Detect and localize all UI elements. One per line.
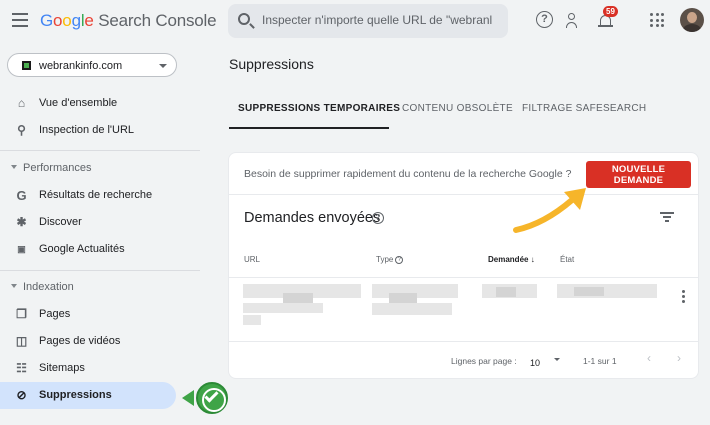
more-options-icon[interactable] [682, 290, 686, 304]
home-icon: ⌂ [17, 96, 26, 110]
notification-count-badge: 59 [603, 6, 618, 17]
tab-safesearch-filtering[interactable]: FILTRAGE SAFESEARCH [522, 103, 646, 114]
card-divider [229, 194, 698, 195]
logo-product-name: Search Console [98, 11, 217, 30]
new-request-button[interactable]: NOUVELLE DEMANDE [586, 161, 691, 188]
sidebar-item-overview[interactable]: ⌂ Vue d'ensemble [0, 90, 176, 117]
sitemap-icon: ☷ [16, 361, 27, 375]
dropdown-caret-icon [554, 358, 560, 361]
pages-icon: ❐ [16, 307, 27, 321]
tab-temporary-removals[interactable]: SUPPRESSIONS TEMPORAIRES [238, 103, 400, 114]
filter-icon[interactable] [660, 211, 674, 223]
blurred-state-cell [574, 287, 604, 296]
column-header-state[interactable]: État [560, 255, 574, 264]
blurred-url-cell [283, 293, 313, 303]
url-inspection-input[interactable] [262, 13, 502, 27]
sidebar-divider [0, 270, 200, 271]
tab-outdated-content[interactable]: CONTENU OBSOLÈTE [402, 103, 513, 114]
google-apps-icon[interactable] [650, 13, 664, 27]
blurred-type-cell [372, 303, 452, 315]
sidebar-item-video-pages[interactable]: ◫ Pages de vidéos [0, 328, 176, 355]
section-indexation[interactable]: Indexation [0, 278, 200, 298]
active-tab-indicator [229, 127, 389, 129]
previous-page-icon[interactable]: ‹ [642, 351, 656, 367]
chevron-down-icon [159, 64, 167, 68]
column-header-type[interactable]: Type? [376, 255, 404, 264]
column-header-requested[interactable]: Demandée ↓ [488, 255, 535, 264]
rows-per-page-select[interactable]: 10 [530, 353, 564, 368]
top-bar: Google Search Console ? 59 [0, 0, 710, 44]
hamburger-menu-icon[interactable] [12, 13, 28, 27]
video-pages-icon: ◫ [15, 334, 28, 348]
account-avatar[interactable] [680, 8, 704, 32]
page-title: Suppressions [229, 56, 314, 72]
property-selector[interactable]: webrankinfo.com [7, 53, 177, 77]
collapse-triangle-icon [11, 284, 17, 288]
url-inspection-search[interactable] [228, 4, 508, 38]
sidebar-item-sitemaps[interactable]: ☷ Sitemaps [0, 355, 176, 382]
eye-off-icon: ⊘ [16, 388, 27, 402]
sidebar-item-discover[interactable]: ✱ Discover [0, 209, 176, 236]
table-footer-divider [229, 341, 698, 342]
pagination-range: 1-1 sur 1 [583, 356, 617, 366]
removal-prompt-text: Besoin de supprimer rapidement du conten… [244, 168, 572, 180]
asterisk-icon: ✱ [16, 215, 27, 229]
next-page-icon[interactable]: › [672, 351, 686, 367]
blurred-url-cell [243, 303, 323, 313]
search-console-logo[interactable]: Google Search Console [40, 11, 217, 31]
sidebar-divider [0, 150, 200, 151]
sidebar-item-pages[interactable]: ❐ Pages [0, 301, 176, 328]
blurred-state-cell [557, 284, 657, 298]
column-header-url[interactable]: URL [244, 255, 260, 264]
help-icon[interactable]: ? [395, 255, 404, 264]
property-favicon-icon [22, 61, 31, 70]
table-header-divider [229, 277, 698, 278]
section-performances[interactable]: Performances [0, 159, 200, 179]
sort-arrow-down-icon: ↓ [530, 255, 535, 264]
rows-per-page-label: Lignes par page : [451, 356, 517, 366]
blurred-url-cell [243, 315, 261, 325]
blurred-date-cell [496, 287, 516, 297]
help-icon[interactable]: ? [536, 11, 553, 28]
sidebar-item-search-results[interactable]: G Résultats de recherche [0, 182, 176, 209]
google-g-icon: G [16, 188, 27, 203]
property-name: webrankinfo.com [39, 60, 123, 72]
collapse-triangle-icon [11, 165, 17, 169]
sidebar-item-removals[interactable]: ⊘ Suppressions [0, 382, 176, 409]
callout-pointer [182, 390, 194, 406]
removals-card: Besoin de supprimer rapidement du conten… [228, 152, 699, 379]
search-icon [238, 13, 250, 25]
news-icon: ▣ [17, 244, 26, 254]
help-icon[interactable]: ? [372, 212, 384, 224]
sidebar-item-url-inspection[interactable]: ⚲ Inspection de l'URL [0, 117, 176, 144]
requests-title: Demandes envoyées [244, 210, 381, 226]
sidebar-item-google-news[interactable]: ▣ Google Actualités [0, 236, 176, 263]
green-checkmark-callout [182, 380, 232, 416]
yellow-pointer-arrow-icon [513, 188, 586, 233]
search-icon: ⚲ [17, 123, 26, 137]
manage-users-icon[interactable] [566, 10, 586, 30]
